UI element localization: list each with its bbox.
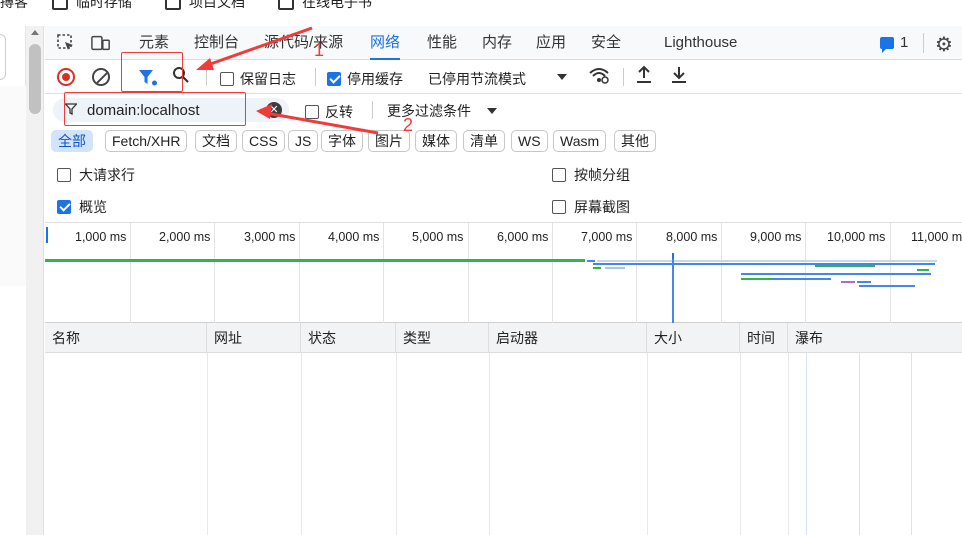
annotation-label-1: 1 <box>314 40 325 60</box>
annotation-label-2: 2 <box>403 115 414 135</box>
annotation-arrows <box>196 26 379 135</box>
